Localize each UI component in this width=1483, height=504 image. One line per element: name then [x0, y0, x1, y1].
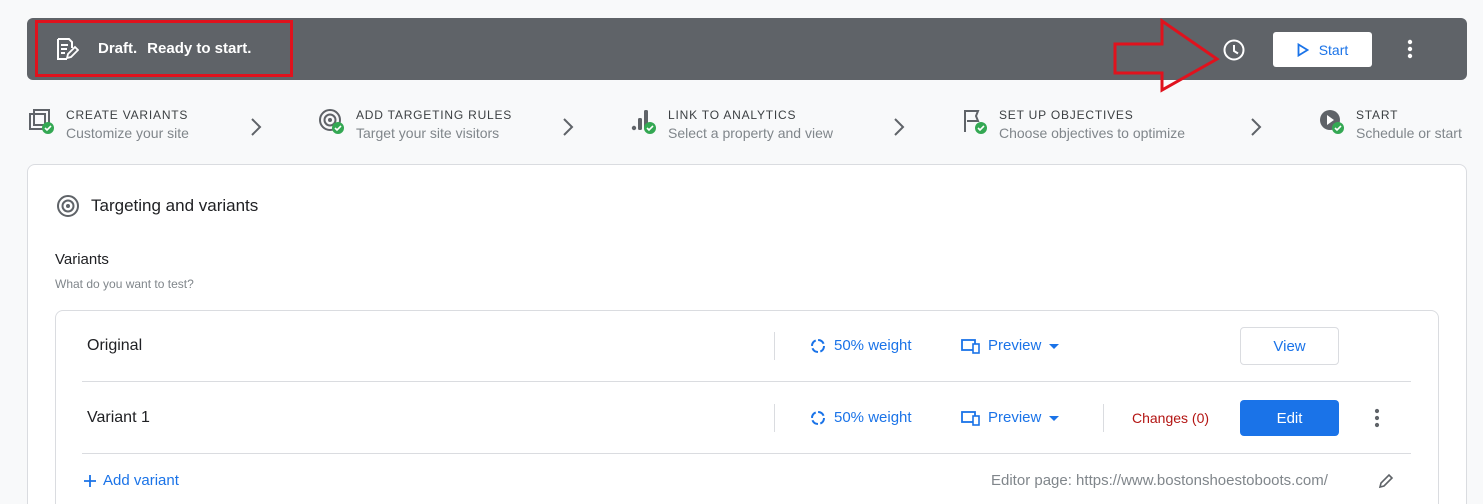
preview-devices-icon — [961, 338, 980, 354]
annotation-arrow — [1113, 18, 1220, 93]
preview-dropdown[interactable]: Preview — [961, 409, 1060, 426]
variant-name-original: Original — [87, 337, 143, 354]
variants-heading: Variants — [55, 251, 109, 268]
schedule-clock-icon[interactable] — [1221, 37, 1247, 63]
weight-circle-icon — [811, 410, 825, 425]
changes-link[interactable]: Changes (0) — [1132, 410, 1209, 426]
draft-document-icon — [57, 38, 79, 60]
target-icon — [57, 195, 79, 217]
caret-down-icon — [1049, 343, 1060, 349]
card-title: Targeting and variants — [91, 196, 259, 215]
chevron-right-icon — [1251, 118, 1262, 136]
edit-button[interactable]: Edit — [1240, 400, 1339, 436]
variant-name-variant-1: Variant 1 — [87, 409, 150, 426]
start-button-label: Start — [1318, 41, 1349, 58]
status-text: Draft. Ready to start. — [98, 40, 251, 57]
draft-label: Draft. — [98, 40, 138, 57]
step-title: LINK TO ANALYTICS — [668, 108, 797, 122]
step-subtitle: Target your site visitors — [356, 125, 500, 141]
more-vert-icon[interactable] — [1367, 406, 1387, 430]
pencil-edit-icon[interactable] — [1378, 473, 1394, 489]
add-variant-label: Add variant — [103, 472, 179, 489]
editor-page-url: Editor page: https://www.bostonshoestobo… — [991, 472, 1328, 489]
weight-label: 50% weight — [834, 409, 912, 426]
step-title: START — [1356, 108, 1399, 122]
divider — [774, 332, 775, 360]
weight-link[interactable]: 50% weight — [810, 409, 912, 426]
analytics-icon — [631, 110, 656, 134]
preview-label: Preview — [988, 409, 1042, 426]
variants-subheading: What do you want to test? — [55, 277, 194, 291]
step-title: SET UP OBJECTIVES — [999, 108, 1134, 122]
weight-link[interactable]: 50% weight — [810, 337, 912, 354]
step-subtitle: Choose objectives to optimize — [999, 125, 1185, 141]
preview-label: Preview — [988, 337, 1042, 354]
objectives-flag-icon — [964, 110, 987, 134]
weight-circle-icon — [811, 338, 825, 353]
chevron-right-icon — [894, 118, 905, 136]
plus-icon — [84, 474, 96, 487]
preview-dropdown[interactable]: Preview — [961, 337, 1060, 354]
state-label: Ready to start. — [147, 40, 252, 57]
row-divider — [82, 453, 1411, 454]
start-button[interactable]: Start — [1273, 32, 1372, 67]
chevron-right-icon — [563, 118, 574, 136]
play-icon — [1297, 42, 1309, 57]
divider — [774, 404, 775, 432]
targeting-icon — [319, 109, 344, 134]
view-button[interactable]: View — [1240, 327, 1339, 365]
step-title: CREATE VARIANTS — [66, 108, 189, 122]
variants-icon — [29, 109, 54, 134]
step-subtitle: Schedule or start — [1356, 125, 1462, 141]
chevron-right-icon — [251, 118, 262, 136]
caret-down-icon — [1049, 415, 1060, 421]
weight-label: 50% weight — [834, 337, 912, 354]
step-subtitle: Customize your site — [66, 125, 189, 141]
step-title: ADD TARGETING RULES — [356, 108, 513, 122]
start-icon — [1320, 110, 1344, 134]
row-divider — [82, 381, 1411, 382]
more-vert-icon[interactable] — [1400, 37, 1420, 61]
divider — [1103, 404, 1104, 432]
preview-devices-icon — [961, 410, 980, 426]
add-variant-button[interactable]: Add variant — [83, 472, 179, 489]
step-subtitle: Select a property and view — [668, 125, 833, 141]
